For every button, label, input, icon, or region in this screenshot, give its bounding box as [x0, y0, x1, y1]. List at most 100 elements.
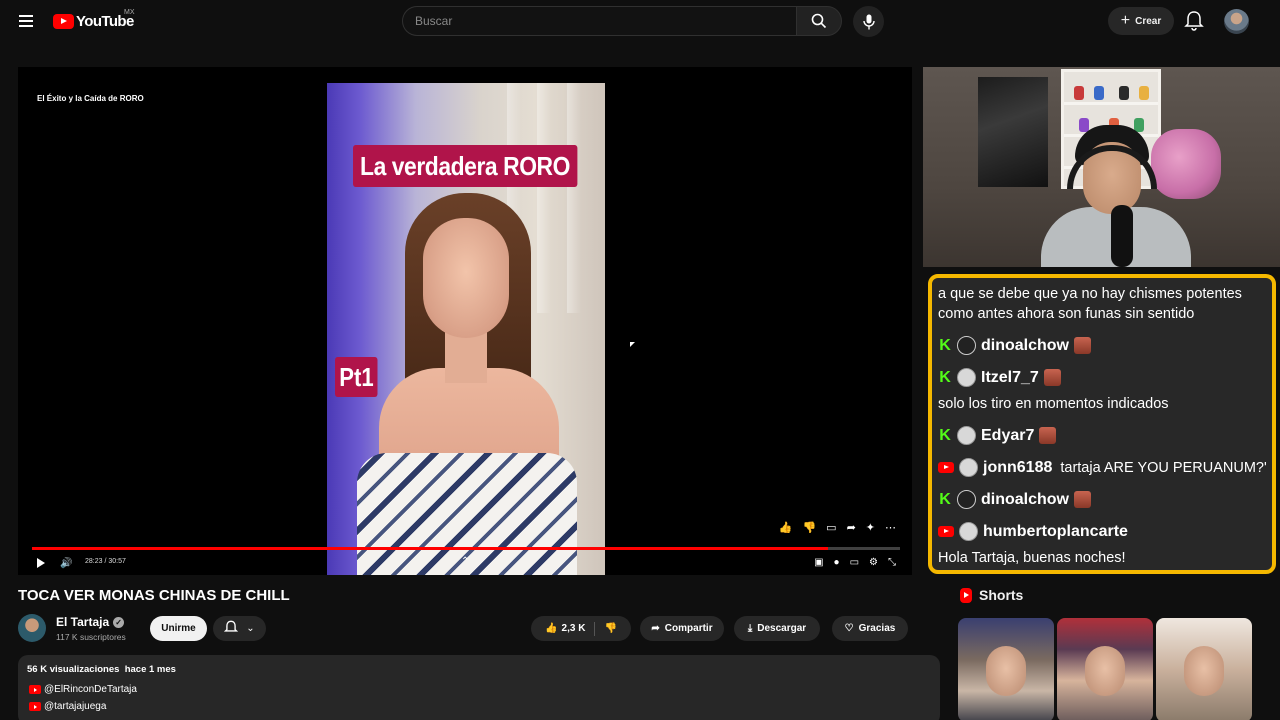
top-bar: YouTube MX + Crear: [0, 0, 1280, 42]
share-label: Compartir: [664, 623, 713, 634]
subtitles-icon[interactable]: ●: [834, 557, 840, 568]
chevron-down-icon: ⌄: [246, 623, 255, 634]
chat-message: K Edyar7: [938, 426, 1057, 445]
user-avatar: [959, 522, 978, 541]
chevron-up-icon[interactable]: ⌃: [461, 556, 469, 567]
search-button[interactable]: [796, 6, 842, 36]
shorts-icon: [960, 587, 972, 603]
chat-username: dinoalchow: [981, 490, 1069, 508]
youtube-icon: [938, 462, 954, 473]
description-meta: 56 K visualizaciones hace 1 mes: [27, 664, 176, 675]
youtube-logo[interactable]: YouTube: [53, 12, 134, 30]
description-link[interactable]: @tartajajuega: [29, 701, 106, 712]
search-input[interactable]: [403, 7, 796, 35]
dislike-icon[interactable]: 👎: [802, 521, 816, 534]
subscriber-count: 117 K suscriptores: [56, 632, 126, 642]
join-button[interactable]: Unirme: [150, 616, 207, 641]
chat-message-text: solo los tiro en momentos indicados: [938, 396, 1169, 412]
comment-icon[interactable]: ▭: [826, 521, 836, 534]
player-actions-overlay: 👍 👎 ▭ ➦ ✦ ⋯: [779, 521, 896, 534]
search-box: [402, 6, 796, 36]
chat-message-text: tartaja ARE YOU PERUANUM?': [1060, 459, 1267, 476]
channel-avatar[interactable]: [18, 614, 46, 642]
chat-username: dinoalchow: [981, 336, 1069, 354]
progress-bar[interactable]: [32, 547, 900, 550]
short-thumbnail[interactable]: [958, 618, 1054, 720]
thumbs-down-icon[interactable]: 👎: [604, 623, 616, 634]
time-display: 28:23 / 30:57: [85, 558, 126, 565]
user-avatar: [957, 336, 976, 355]
chat-message: Kdinoalchow: [938, 336, 1091, 355]
kick-icon: K: [939, 426, 951, 444]
account-avatar[interactable]: [1224, 9, 1249, 34]
search-icon: [811, 13, 827, 29]
menu-icon[interactable]: [14, 10, 38, 32]
verified-icon: ✓: [113, 616, 125, 628]
divider: [594, 621, 596, 636]
youtube-icon: [29, 685, 41, 694]
notifications-bell-icon[interactable]: [1184, 10, 1204, 32]
voice-search-button[interactable]: [853, 6, 884, 37]
chat-username: humbertoplancarte: [983, 522, 1128, 540]
youtube-icon: [29, 702, 41, 711]
channel-name[interactable]: El Tartaja: [56, 615, 109, 629]
more-icon[interactable]: ⋯: [885, 521, 896, 534]
chat-message: K Itzel7_7: [938, 368, 1061, 387]
share-button[interactable]: ➦ Compartir: [640, 616, 724, 641]
like-icon[interactable]: 👍: [779, 521, 793, 534]
emote-icon: [1074, 491, 1091, 508]
shorts-heading: Shorts: [960, 587, 1023, 603]
settings-icon[interactable]: ⚙: [869, 557, 878, 568]
play-icon[interactable]: [37, 558, 45, 568]
video-caption-tag: La verdadera RORO: [353, 145, 578, 187]
like-button[interactable]: 👍 2,3 K: [545, 623, 585, 634]
wall-poster: [978, 77, 1048, 187]
download-label: Descargar: [757, 623, 807, 634]
mouse-cursor: [630, 342, 635, 347]
volume-icon[interactable]: 🔊: [60, 558, 72, 569]
autoplay-icon[interactable]: ▣: [814, 557, 823, 568]
short-thumbnail[interactable]: [1057, 618, 1153, 720]
thanks-label: Gracias: [858, 623, 896, 634]
bell-icon: [224, 620, 239, 638]
chat-username: jonn6188: [983, 458, 1053, 476]
like-dislike-group: 👍 2,3 K 👎: [531, 616, 631, 641]
description-link[interactable]: @ElRinconDeTartaja: [29, 684, 137, 695]
chat-message: jonn6188 tartaja ARE YOU PERUANUM?': [938, 458, 1267, 477]
player-right-controls: ▣ ● ▭ ⚙ ⤡: [814, 557, 896, 568]
fullscreen-icon[interactable]: ⤡: [888, 557, 896, 568]
miniplayer-icon[interactable]: ▭: [850, 557, 859, 568]
share-icon[interactable]: ➦: [847, 521, 856, 534]
youtube-logo-icon: [53, 13, 74, 29]
short-thumbnail[interactable]: [1156, 618, 1252, 720]
description-box[interactable]: 56 K visualizaciones hace 1 mes @ElRinco…: [18, 655, 940, 720]
download-icon: ⤓: [747, 623, 753, 634]
download-button[interactable]: ⤓ Descargar: [734, 616, 820, 641]
upload-date: hace 1 mes: [124, 664, 176, 675]
thumbs-up-icon: 👍: [545, 623, 558, 634]
heart-dollar-icon: ♡: [844, 623, 854, 634]
microphone-icon: [862, 14, 875, 29]
user-avatar: [959, 458, 978, 477]
video-player[interactable]: El Éxito y la Caída de RORO La verdadera…: [18, 67, 912, 575]
thanks-button[interactable]: ♡ Gracias: [832, 616, 908, 641]
webcam-overlay: [923, 67, 1280, 267]
channel-link[interactable]: @ElRinconDeTartaja: [44, 684, 137, 695]
channel-link[interactable]: @tartajajuega: [44, 701, 106, 712]
channel-name-row[interactable]: El Tartaja ✓: [56, 615, 125, 629]
chat-username: Itzel7_7: [981, 368, 1039, 386]
view-count: 56 K visualizaciones: [27, 664, 120, 675]
remix-icon[interactable]: ✦: [866, 521, 875, 534]
kick-icon: K: [939, 368, 951, 386]
chat-message: Kdinoalchow: [938, 490, 1091, 509]
subscription-bell-button[interactable]: ⌄: [213, 616, 266, 641]
create-label: Crear: [1135, 15, 1162, 27]
streaming-microphone: [1111, 205, 1133, 267]
chat-overlay: a que se debe que ya no hay chismes pote…: [928, 274, 1276, 574]
create-button[interactable]: + Crear: [1108, 7, 1174, 35]
video-title: TOCA VER MONAS CHINAS DE CHILL: [18, 587, 290, 604]
player-controls: 🔊 28:23 / 30:57 ⌃ ▣ ● ▭ ⚙ ⤡: [18, 553, 912, 575]
chat-message: humbertoplancarte: [938, 522, 1128, 541]
shorts-title: Shorts: [979, 587, 1024, 603]
chat-message-text: como antes ahora son funas sin sentido: [938, 306, 1195, 322]
